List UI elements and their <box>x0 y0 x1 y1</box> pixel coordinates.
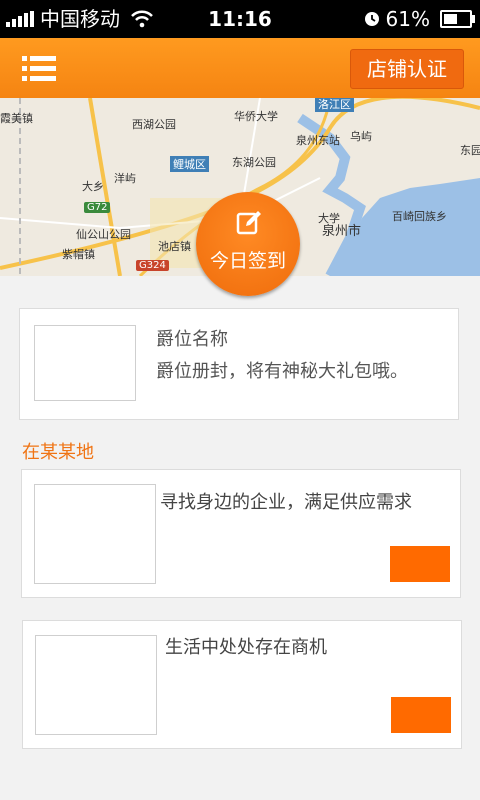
battery-percent: 61% <box>385 7 430 31</box>
daily-checkin-button[interactable]: 今日签到 <box>196 192 300 296</box>
map-label: 霞美镇 <box>0 112 33 125</box>
rank-image <box>34 325 136 401</box>
item-image <box>35 635 157 735</box>
location-label: 在某某地 <box>22 442 94 463</box>
status-bar: 中国移动 11:16 61% <box>0 0 480 38</box>
item-action-button[interactable] <box>390 546 450 582</box>
shop-certification-button[interactable]: 店铺认证 <box>350 49 464 89</box>
menu-icon[interactable] <box>22 55 56 83</box>
rank-description: 爵位册封，将有神秘大礼包哦。 <box>156 361 408 382</box>
map-label: 仙公山公园 <box>76 228 131 241</box>
map-label: 百崎回族乡 <box>392 210 447 223</box>
map-label: 大学 <box>318 212 340 225</box>
road-shield: G324 <box>136 260 169 271</box>
item-title: 生活中处处存在商机 <box>165 637 327 658</box>
alarm-icon <box>364 12 379 26</box>
road-shield: G72 <box>84 202 111 213</box>
map-label: 东园 <box>460 144 480 157</box>
rank-title: 爵位名称 <box>156 329 228 350</box>
top-nav-bar: 店铺认证 <box>0 38 480 98</box>
map-label: 乌屿 <box>350 130 372 143</box>
map-district-label: 洛江区 <box>315 98 354 112</box>
map-label: 紫帽镇 <box>62 248 95 261</box>
map-label: 泉州东站 <box>296 134 340 147</box>
map-label: 大乡 <box>82 180 104 193</box>
list-item[interactable]: 寻找身边的企业，满足供应需求 <box>21 469 461 598</box>
map-label: 洋屿 <box>114 172 136 185</box>
item-action-button[interactable] <box>391 697 451 733</box>
item-image <box>34 484 156 584</box>
map-label: 西湖公园 <box>132 118 176 131</box>
battery-icon <box>440 10 475 28</box>
map-district-label: 鲤城区 <box>170 156 209 172</box>
list-item[interactable]: 生活中处处存在商机 <box>22 620 462 749</box>
edit-icon <box>236 211 261 235</box>
map-label: 华侨大学 <box>234 110 278 123</box>
checkin-label: 今日签到 <box>209 250 286 272</box>
rank-card[interactable]: 爵位名称 爵位册封，将有神秘大礼包哦。 <box>19 308 459 420</box>
map-label: 池店镇 <box>158 240 191 253</box>
map-label: 东湖公园 <box>232 156 276 169</box>
item-title: 寻找身边的企业，满足供应需求 <box>160 492 412 513</box>
